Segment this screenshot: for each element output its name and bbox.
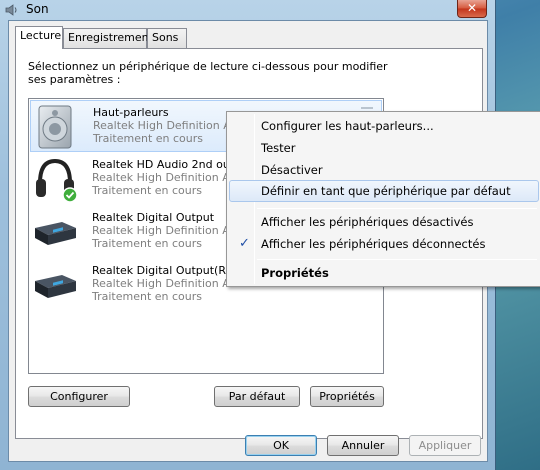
title-bar[interactable]: Son ✕ xyxy=(0,0,496,20)
menu-item-set-default[interactable]: Définir en tant que périphérique par déf… xyxy=(229,180,539,202)
device-status: Traitement en cours xyxy=(92,290,203,303)
cancel-button[interactable]: Annuler xyxy=(327,435,399,456)
check-icon: ✓ xyxy=(239,236,250,251)
tab-sons[interactable]: Sons xyxy=(147,28,187,48)
tab-label: Enregistrement xyxy=(68,31,153,44)
speaker-small-icon xyxy=(5,4,17,16)
properties-button[interactable]: Propriétés xyxy=(310,386,384,407)
close-button[interactable]: ✕ xyxy=(457,0,487,18)
digital-output-icon xyxy=(35,222,76,245)
instruction-text: Sélectionnez un périphérique de lecture … xyxy=(28,60,388,86)
device-status: Traitement en cours xyxy=(92,237,203,250)
device-context-menu: Configurer les haut-parleurs... Tester D… xyxy=(226,111,540,287)
menu-item-properties[interactable]: Propriétés xyxy=(229,262,539,284)
close-icon: ✕ xyxy=(466,1,478,15)
menu-item-show-disabled[interactable]: Afficher les périphériques désactivés xyxy=(229,211,539,233)
tab-label: Sons xyxy=(152,31,179,44)
digital-output-icon xyxy=(35,275,76,298)
menu-separator xyxy=(257,259,537,260)
device-name: Haut-parleurs xyxy=(93,106,169,119)
menu-item-test[interactable]: Tester xyxy=(229,137,539,159)
tab-label: Lecture xyxy=(20,29,62,42)
device-status: Traitement en cours xyxy=(93,132,204,145)
tab-enregistrement[interactable]: Enregistrement xyxy=(63,28,153,48)
headphones-icon xyxy=(36,158,78,203)
device-name: Realtek Digital Output(RCA) xyxy=(92,264,245,277)
apply-button[interactable]: Appliquer xyxy=(409,435,481,456)
menu-item-disable[interactable]: Désactiver xyxy=(229,159,539,181)
set-default-button[interactable]: Par défaut xyxy=(214,386,300,407)
menu-item-show-disconnected[interactable]: ✓ Afficher les périphériques déconnectés xyxy=(229,233,539,255)
tab-lecture[interactable]: Lecture xyxy=(15,26,63,49)
window-title: Son xyxy=(26,2,49,16)
menu-separator xyxy=(257,208,537,209)
menu-item-label: Afficher les périphériques déconnectés xyxy=(261,237,486,251)
speaker-icon xyxy=(38,105,72,149)
device-name: Realtek Digital Output xyxy=(92,211,215,224)
device-status: Traitement en cours xyxy=(92,184,203,197)
configure-button[interactable]: Configurer xyxy=(28,386,130,407)
ok-button[interactable]: OK xyxy=(245,435,317,456)
menu-item-configure-speakers[interactable]: Configurer les haut-parleurs... xyxy=(229,115,539,137)
